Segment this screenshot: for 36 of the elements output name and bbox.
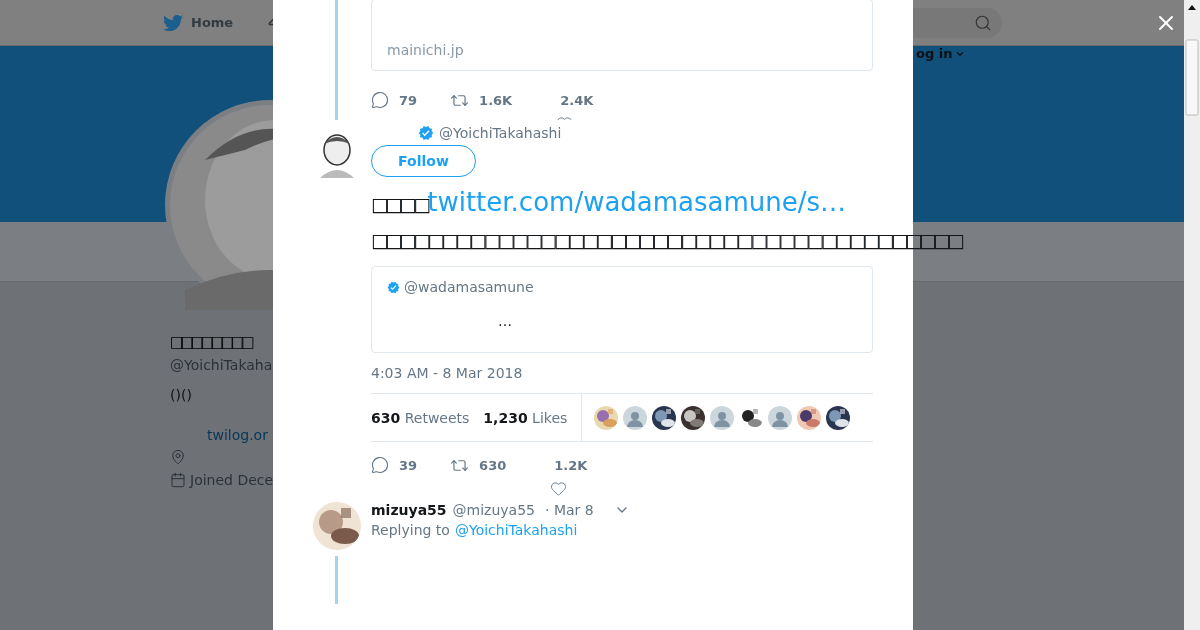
default-avatar-icon bbox=[623, 405, 648, 430]
retweet-button[interactable]: 1.6K bbox=[450, 91, 513, 110]
tweet-timestamp: 4:03 AM - 8 Mar 2018 bbox=[371, 365, 523, 381]
reply-author-name[interactable]: mizuya55 bbox=[371, 502, 447, 518]
profile-handle: @YoichiTakaha bbox=[170, 356, 273, 375]
reply-date: · Mar 8 bbox=[545, 502, 594, 518]
joined-date: Joined Dece bbox=[190, 471, 274, 490]
likes-count[interactable]: 1,230 Likes bbox=[483, 409, 568, 426]
default-avatar-icon bbox=[768, 405, 793, 430]
home-link[interactable]: Home bbox=[163, 12, 234, 33]
reply-icon bbox=[371, 456, 389, 474]
reply-icon bbox=[371, 91, 389, 109]
like-button[interactable]: 1.2K bbox=[554, 456, 588, 497]
location-icon bbox=[170, 449, 186, 465]
link-card[interactable]: mainichi.jp bbox=[371, 0, 873, 71]
reply-button[interactable]: 39 bbox=[371, 456, 418, 474]
reply-button[interactable]: 79 bbox=[371, 91, 418, 109]
like-button[interactable]: 2.4K bbox=[560, 91, 594, 120]
default-avatar-icon bbox=[710, 405, 735, 430]
bird-icon bbox=[163, 12, 183, 33]
replying-to-link[interactable]: @YoichiTakahashi bbox=[454, 522, 578, 538]
retweet-button[interactable]: 630 bbox=[450, 456, 507, 475]
quoted-tweet[interactable]: @wadamasamune … bbox=[371, 266, 873, 353]
reply-author-handle: @mizuya55 bbox=[452, 502, 535, 518]
search-icon bbox=[974, 14, 992, 32]
tweet-handle[interactable]: @YoichiTakahashi bbox=[439, 125, 562, 141]
tweet-link[interactable]: twitter.com/wadamasamune/s… bbox=[427, 187, 847, 217]
calendar-icon bbox=[170, 472, 186, 488]
card-domain: mainichi.jp bbox=[387, 42, 464, 58]
profile-link[interactable]: twilog.or bbox=[207, 425, 268, 445]
quote-handle: @wadamasamune bbox=[404, 279, 534, 295]
quote-text: … bbox=[498, 313, 513, 329]
profile-name: □□□□□□□□ bbox=[170, 332, 251, 353]
profile-bio: ()() bbox=[170, 386, 192, 405]
replying-label: Replying to bbox=[371, 522, 450, 538]
retweets-count[interactable]: 630 Retweets bbox=[371, 409, 470, 426]
